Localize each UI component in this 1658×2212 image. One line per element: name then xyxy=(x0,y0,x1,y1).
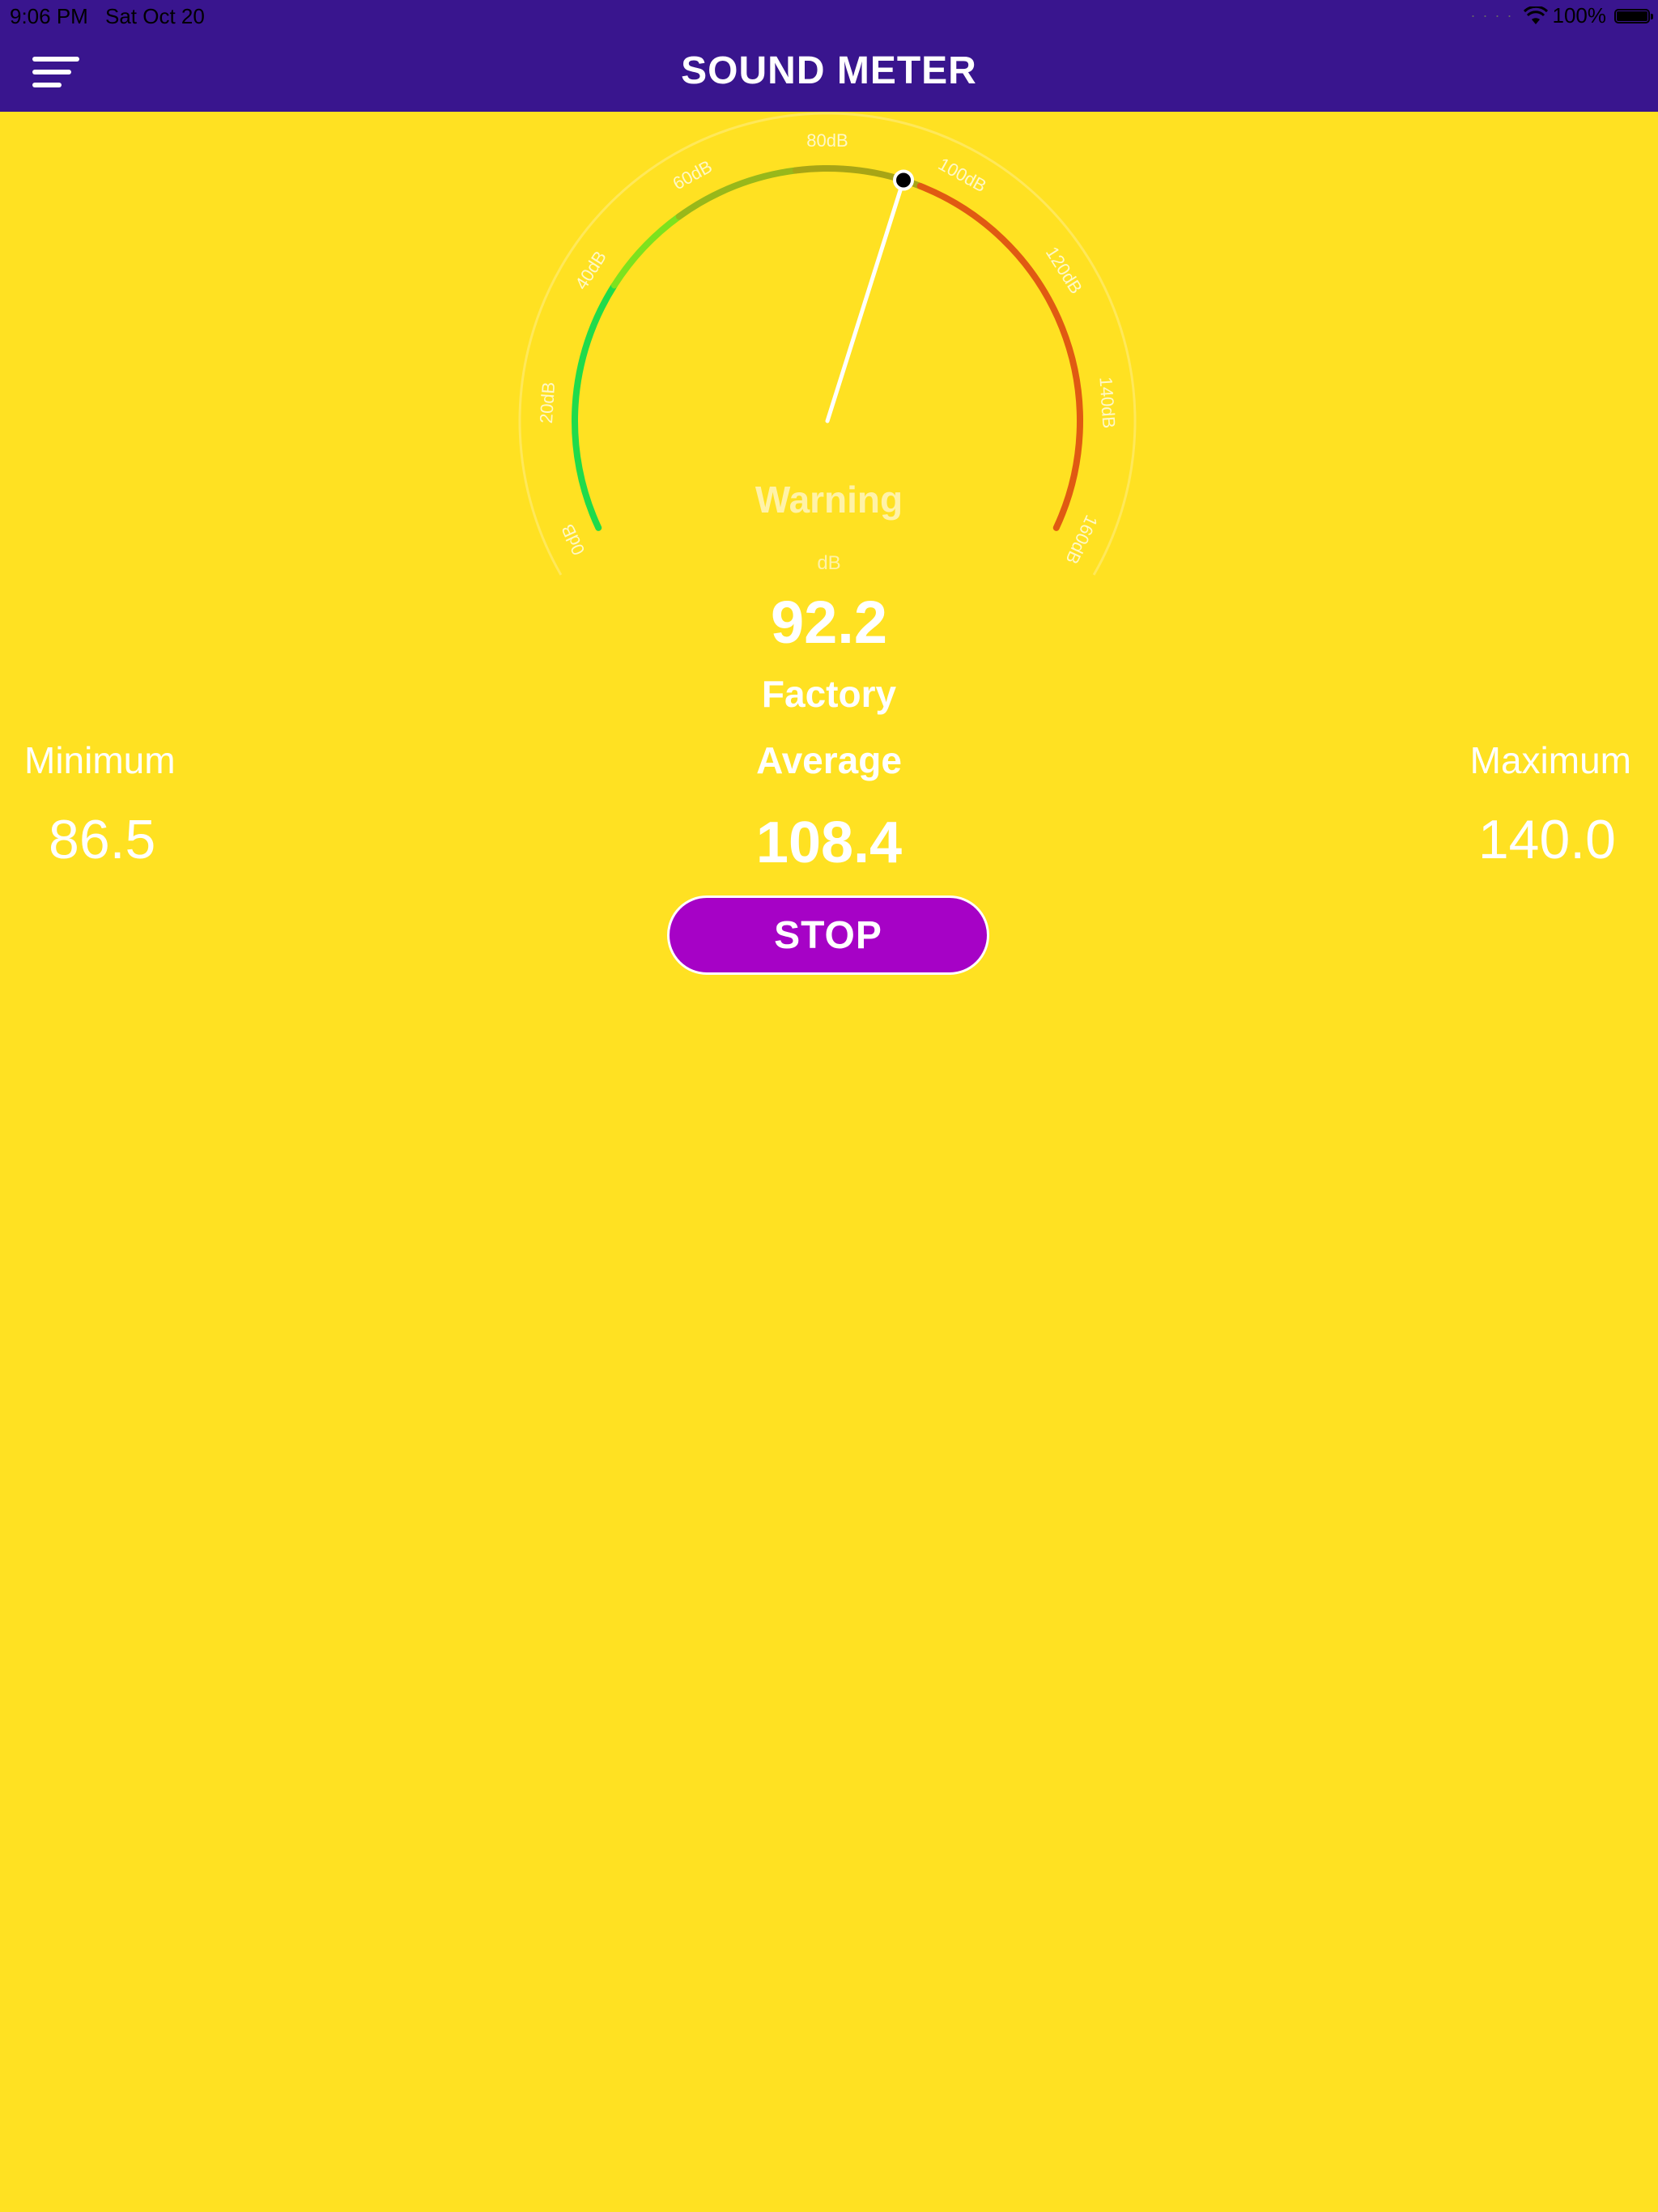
cellular-signal-icon: · · · · xyxy=(1470,7,1514,23)
average-label: Average xyxy=(756,739,902,781)
gauge-arc-segment xyxy=(610,213,682,289)
gauge-tick-label: 60dB xyxy=(670,156,716,194)
gauge-needle xyxy=(825,169,915,423)
status-date: Sat Oct 20 xyxy=(105,4,205,28)
level-status-label: Warning xyxy=(755,479,903,521)
gauge-tick-label: 120dB xyxy=(1042,243,1086,297)
gauge-color-arc xyxy=(572,165,1083,531)
gauge-tick-label: 140dB xyxy=(1095,376,1119,429)
needle-tip xyxy=(893,169,915,191)
environment-label: Factory xyxy=(761,673,897,715)
minimum-label: Minimum xyxy=(24,739,176,781)
unit-label: dB xyxy=(817,552,841,574)
page-title: SOUND METER xyxy=(681,49,977,92)
status-bar: 9:06 PM Sat Oct 20 · · · · 100% xyxy=(0,0,1658,32)
gauge-tick-label: 80dB xyxy=(806,130,848,151)
needle-line xyxy=(825,178,906,423)
nav-bar: SOUND METER xyxy=(0,32,1658,112)
status-right: · · · · 100% xyxy=(1470,3,1653,28)
average-value: 108.4 xyxy=(755,810,903,875)
maximum-value: 140.0 xyxy=(1477,809,1616,870)
sound-gauge: 0dB20dB40dB60dB80dB100dB120dB140dB160dB xyxy=(518,112,1137,576)
battery-percentage: 100% xyxy=(1552,3,1607,28)
current-db-value: 92.2 xyxy=(770,589,888,656)
gauge-tick-label: 20dB xyxy=(536,381,559,424)
wifi-icon xyxy=(1523,6,1548,24)
gauge-tick-label: 100dB xyxy=(935,154,990,197)
gauge-arc-segment xyxy=(916,182,1083,531)
battery-icon xyxy=(1614,8,1653,23)
status-time: 9:06 PM xyxy=(10,4,88,28)
minimum-value: 86.5 xyxy=(49,809,156,870)
stop-button[interactable]: STOP xyxy=(667,895,989,975)
maximum-label: Maximum xyxy=(1469,739,1631,781)
gauge-tick-label: 40dB xyxy=(571,247,610,293)
